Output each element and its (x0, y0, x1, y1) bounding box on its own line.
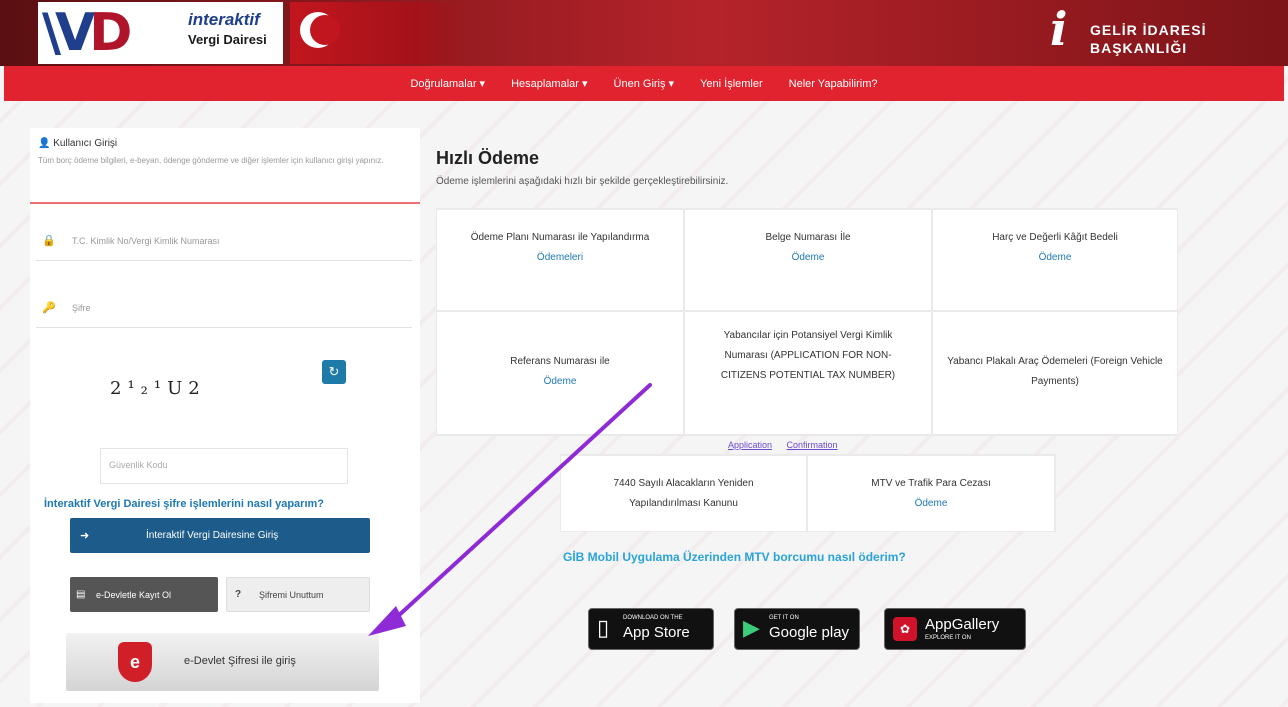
nav-item-dogrulamalar[interactable]: Doğrulamalar ▾ (410, 77, 485, 90)
quick-pay-cell[interactable]: Referans Numarası ile Ödeme (437, 312, 683, 434)
captcha-image: 2¹₂¹U2 (110, 378, 206, 399)
sign-in-icon: ➜ (80, 530, 90, 542)
quick-pay-subtitle: Ödeme işlemlerini aşağıdaki hızlı bir şe… (436, 176, 729, 187)
edevlet-login-label: e-Devlet Şifresi ile giriş (184, 655, 296, 667)
quick-pay-cell[interactable]: Harç ve Değerli Kâğıt Bedeli Ödeme (933, 210, 1177, 310)
nav-item-yeni-islemler[interactable]: Yeni İşlemler (700, 78, 763, 90)
refresh-icon: ↻ (328, 364, 340, 379)
apple-icon: ▯ (597, 615, 610, 640)
forgot-password-button[interactable]: ? Şifremi Unuttum (226, 577, 370, 612)
quick-pay-cell-link[interactable]: Ödemeleri (467, 248, 653, 268)
divider (30, 202, 420, 204)
ivd-logo-mark: \VD (42, 3, 132, 63)
quick-pay-cell[interactable]: MTV ve Trafik Para Cezası Ödeme (808, 456, 1054, 531)
forgot-password-label: Şifremi Unuttum (259, 590, 324, 600)
lock-icon: 🔒 (42, 235, 56, 247)
tc-number-field[interactable]: 🔒 T.C. Kimlik No/Vergi Kimlik Numarası (36, 224, 412, 261)
mtv-mobile-help-link[interactable]: GİB Mobil Uygulama Üzerinden MTV borcumu… (563, 550, 906, 564)
security-code-input[interactable]: Güvenlik Kodu (100, 448, 348, 484)
login-title: 👤 Kullanıcı Girişi (38, 138, 118, 149)
tc-number-placeholder: T.C. Kimlik No/Vergi Kimlik Numarası (72, 236, 220, 246)
foreigner-links: Application Confirmation (728, 440, 850, 450)
ivd-login-label: İnteraktif Vergi Dairesine Giriş (146, 530, 279, 541)
key-icon: 🔑 (42, 302, 56, 314)
app-store-badge[interactable]: ▯ Download on the App Store (588, 608, 714, 650)
main-nav: Doğrulamalar ▾ Hesaplamalar ▾ Ünen Giriş… (4, 66, 1284, 101)
edevlet-register-label: e-Devletle Kayıt Ol (96, 590, 172, 600)
quick-pay-title: Hızlı Ödeme (436, 148, 540, 168)
login-description: Tüm borç ödeme bilgileri, e-beyan, ödeng… (38, 156, 384, 165)
user-icon: 👤 (38, 138, 51, 149)
application-link[interactable]: Application (728, 440, 772, 450)
question-icon: ? (235, 589, 242, 600)
huawei-icon: ✿ (893, 617, 917, 641)
confirmation-link[interactable]: Confirmation (787, 440, 838, 450)
appgallery-badge[interactable]: ✿ EXPLORE IT ON AppGallery (884, 608, 1026, 650)
logo-line1: interaktif (188, 10, 260, 29)
quick-pay-cell-link[interactable]: Ödeme (705, 248, 911, 268)
ivd-login-button[interactable]: ➜ İnteraktif Vergi Dairesine Giriş (70, 518, 370, 553)
ivd-logo[interactable]: \VD interaktif Vergi Dairesi (38, 2, 283, 64)
quick-pay-cell[interactable]: Belge Numarası İle Ödeme (685, 210, 931, 310)
quick-pay-cell[interactable]: Yabancı Plakalı Araç Ödemeleri (Foreign … (933, 312, 1177, 434)
gib-logo-line2: BAŞKANLIĞI (1090, 40, 1188, 56)
edevlet-login-button[interactable]: e e-Devlet Şifresi ile giriş (66, 633, 379, 691)
quick-pay-cell-link[interactable]: Ödeme (467, 372, 653, 392)
turkish-flag-image (290, 2, 470, 64)
password-field[interactable]: 🔑 Şifre (36, 291, 412, 328)
edevlet-register-button[interactable]: ▤ e-Devletle Kayıt Ol (70, 577, 218, 612)
quick-pay-cell-link[interactable]: Ödeme (947, 248, 1163, 268)
nav-item-unen-giris[interactable]: Ünen Giriş ▾ (614, 77, 675, 90)
quick-pay-cell[interactable]: Yabancılar için Potansiyel Vergi Kimlik … (685, 312, 931, 434)
password-help-link[interactable]: İnteraktif Vergi Dairesi şifre işlemleri… (44, 498, 324, 510)
gib-logo[interactable]: i GELİR İDARESİ BAŞKANLIĞI (1050, 6, 1205, 68)
register-icon: ▤ (76, 589, 86, 600)
login-panel: 👤 Kullanıcı Girişi Tüm borç ödeme bilgil… (30, 128, 420, 703)
edevlet-shield-icon: e (118, 642, 152, 682)
play-icon: ▶ (743, 615, 760, 640)
gib-logo-line1: GELİR İDARESİ (1090, 22, 1207, 38)
quick-pay-cell[interactable]: 7440 Sayılı Alacakların Yeniden Yapıland… (561, 456, 806, 531)
quick-pay-cell-link[interactable]: Ödeme (828, 494, 1034, 514)
nav-item-neler-yapabilirim[interactable]: Neler Yapabilirim? (789, 78, 878, 90)
logo-line2: Vergi Dairesi (188, 32, 267, 47)
captcha-refresh-button[interactable]: ↻ (322, 360, 346, 384)
gib-logo-icon: i (1050, 2, 1068, 56)
google-play-badge[interactable]: ▶ GET IT ON Google play (734, 608, 860, 650)
nav-item-hesaplamalar[interactable]: Hesaplamalar ▾ (511, 77, 587, 90)
security-code-placeholder: Güvenlik Kodu (109, 460, 168, 470)
site-header: \VD interaktif Vergi Dairesi i GELİR İDA… (0, 0, 1288, 66)
quick-pay-cell[interactable]: Ödeme Planı Numarası ile Yapılandırma Öd… (437, 210, 683, 310)
password-placeholder: Şifre (72, 303, 91, 313)
